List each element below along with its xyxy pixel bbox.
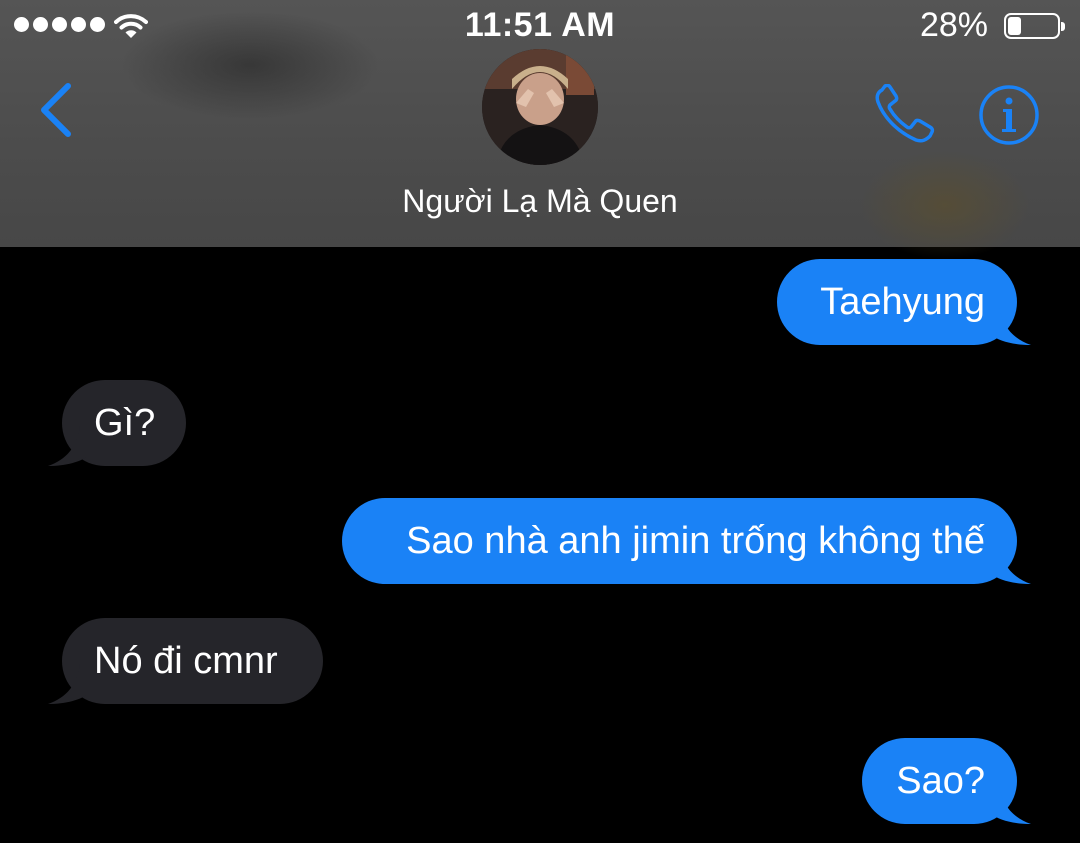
message-bubble-received[interactable]: Gì? xyxy=(48,380,186,466)
contact-avatar[interactable] xyxy=(482,49,598,165)
message-bubble-sent[interactable]: Sao nhà anh jimin trống không thế xyxy=(342,498,1031,584)
bubble-tail xyxy=(991,544,1031,584)
status-time: 11:51 AM xyxy=(464,6,616,44)
message-text: Nó đi cmnr xyxy=(94,640,278,682)
message-bubble-received[interactable]: Nó đi cmnr xyxy=(48,618,323,704)
contact-name[interactable]: Người Lạ Mà Quen xyxy=(0,183,1080,220)
message-text: Sao? xyxy=(896,760,985,802)
bubble-tail xyxy=(48,426,88,466)
bubble-tail xyxy=(48,664,88,704)
message-text: Gì? xyxy=(94,402,156,444)
message-bubble-sent[interactable]: Sao? xyxy=(862,738,1031,824)
message-text: Sao nhà anh jimin trống không thế xyxy=(406,520,985,562)
messages-screen: 11:51 AM 28% Người Lạ Mà Quen Taehyung G… xyxy=(0,0,1080,843)
conversation-header: 11:51 AM 28% Người Lạ Mà Quen xyxy=(0,0,1080,260)
message-bubble-sent[interactable]: Taehyung xyxy=(777,259,1031,345)
chevron-left-icon[interactable] xyxy=(34,80,82,140)
avatar-photo xyxy=(482,49,598,165)
info-icon[interactable] xyxy=(978,84,1040,146)
bubble-tail xyxy=(991,305,1031,345)
message-text: Taehyung xyxy=(820,281,985,323)
battery-icon xyxy=(1004,13,1065,39)
phone-icon[interactable] xyxy=(872,84,938,146)
battery-fill xyxy=(1008,17,1021,35)
bubble-tail xyxy=(991,784,1031,824)
status-bar: 11:51 AM 28% xyxy=(0,0,1080,52)
battery-percentage: 28% xyxy=(919,6,988,44)
